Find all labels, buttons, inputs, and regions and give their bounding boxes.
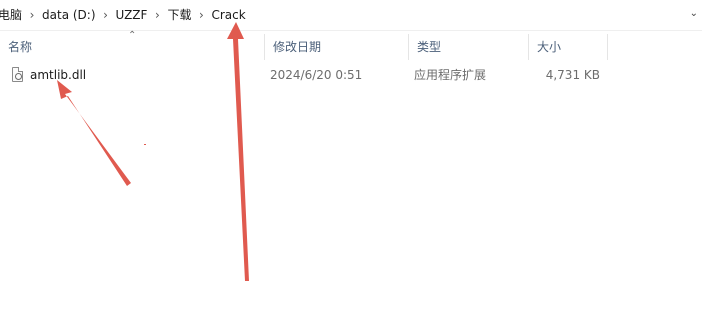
file-type: 应用程序扩展 <box>414 68 487 82</box>
chevron-down-icon[interactable]: ⌄ <box>690 8 698 19</box>
annotation-arrow-breadcrumb <box>227 22 249 281</box>
column-header-size[interactable]: 大小 <box>528 34 608 60</box>
chevron-right-icon[interactable]: › <box>26 0 38 30</box>
annotation-dot <box>144 144 146 145</box>
dll-file-icon <box>12 67 23 82</box>
column-header-modified[interactable]: 修改日期 <box>264 34 408 60</box>
column-header-type-label: 类型 <box>417 40 442 54</box>
file-size: 4,731 KB <box>545 68 600 82</box>
breadcrumb-item-drive[interactable]: data (D:) <box>38 0 100 30</box>
sort-ascending-icon: ⌃ <box>128 30 137 41</box>
chevron-right-icon[interactable]: › <box>100 0 112 30</box>
address-bar: 电脑 › data (D:) › UZZF › 下载 › Crack ⌄ <box>0 0 702 31</box>
chevron-right-icon[interactable]: › <box>195 0 207 30</box>
breadcrumb: 电脑 › data (D:) › UZZF › 下载 › Crack <box>0 0 250 30</box>
file-name[interactable]: amtlib.dll <box>30 64 86 86</box>
breadcrumb-item-download[interactable]: 下载 <box>163 0 195 30</box>
file-row[interactable]: amtlib.dll 2024/6/20 0:51 应用程序扩展 4,731 K… <box>0 64 620 86</box>
annotation-arrow-file <box>57 80 131 186</box>
breadcrumb-item-crack[interactable]: Crack <box>207 0 249 30</box>
breadcrumb-item-computer[interactable]: 电脑 <box>0 0 26 30</box>
column-header-size-label: 大小 <box>537 40 562 54</box>
column-header-type[interactable]: 类型 <box>408 34 528 60</box>
breadcrumb-item-uzzf[interactable]: UZZF <box>112 0 152 30</box>
gear-icon <box>15 73 22 80</box>
file-modified: 2024/6/20 0:51 <box>270 68 363 82</box>
chevron-right-icon[interactable]: › <box>151 0 163 30</box>
column-header-modified-label: 修改日期 <box>273 40 322 54</box>
column-header-row: 名称 修改日期 类型 大小 <box>0 34 702 60</box>
column-header-name-label: 名称 <box>8 40 33 54</box>
